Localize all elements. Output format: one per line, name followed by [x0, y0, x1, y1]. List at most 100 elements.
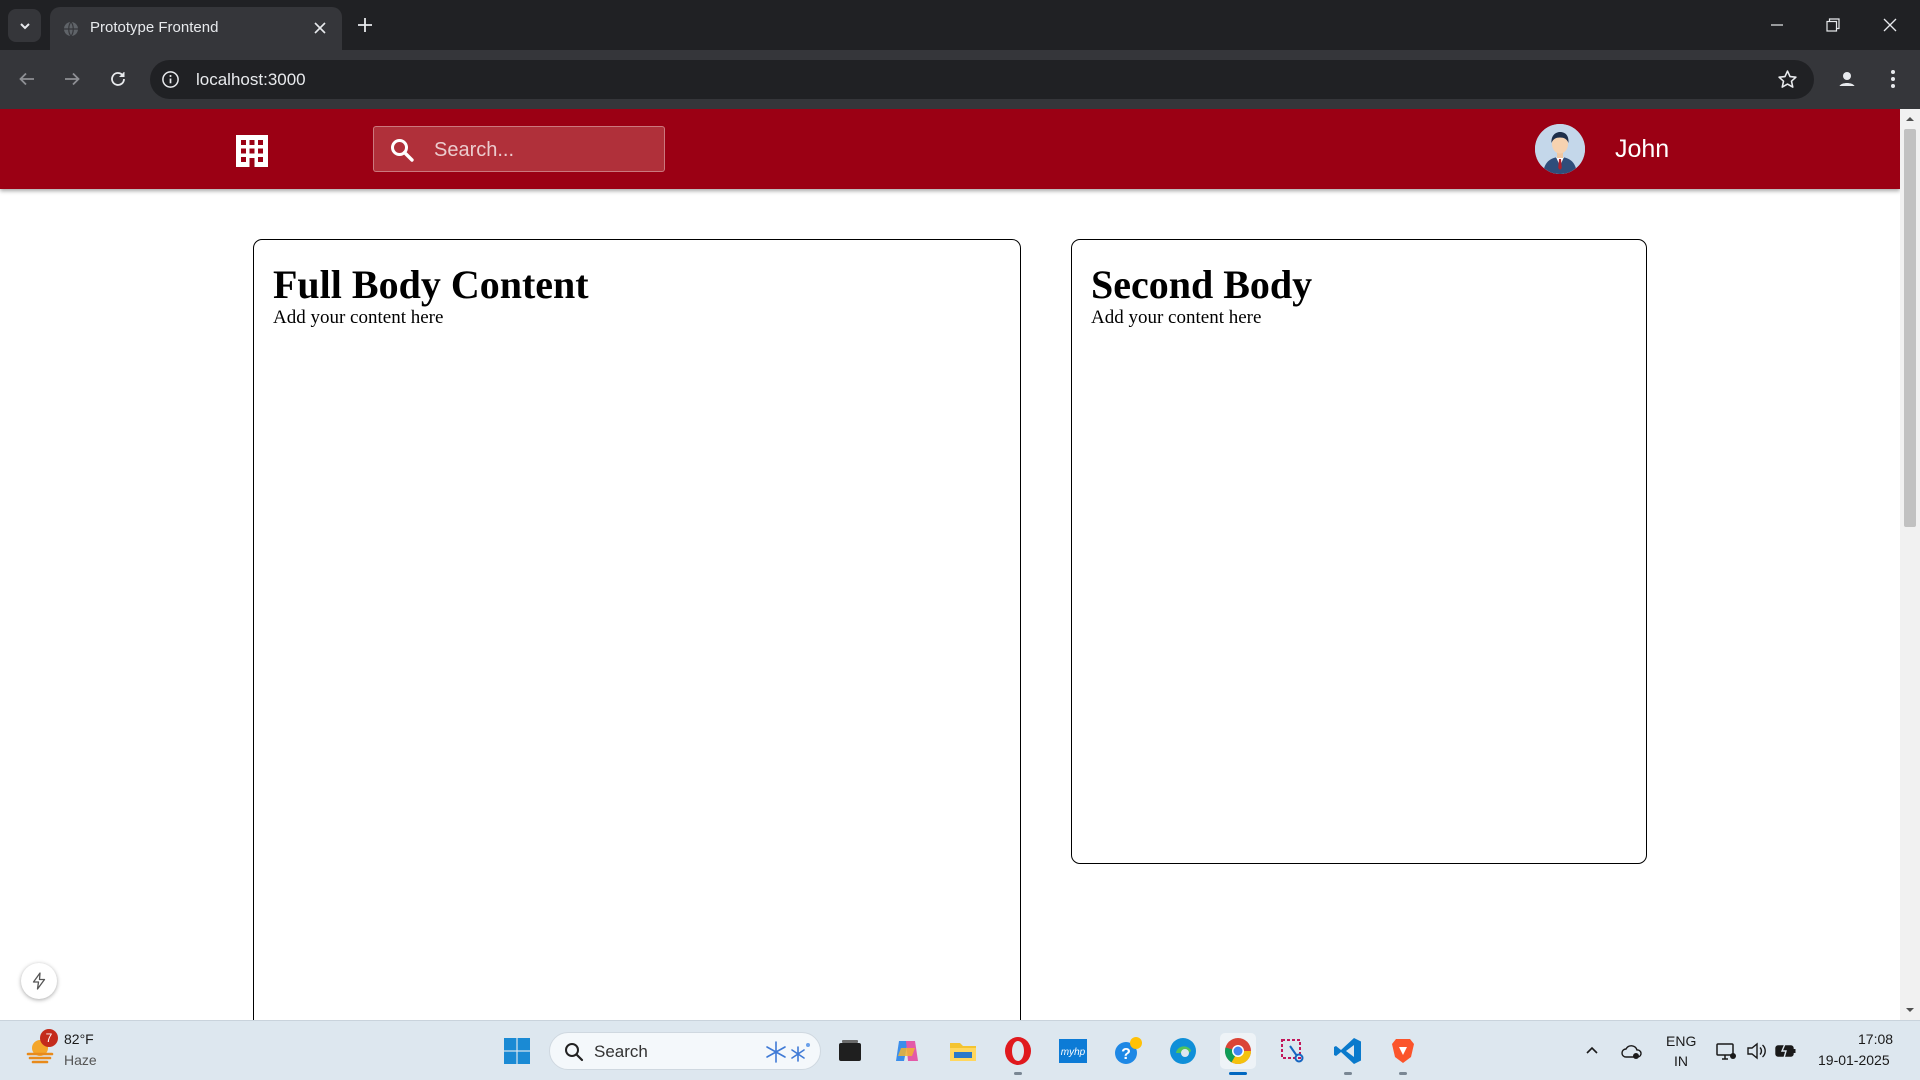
app-header: Search... John: [0, 109, 1900, 189]
copilot-button[interactable]: [889, 1033, 925, 1069]
profile-button[interactable]: [1832, 64, 1862, 94]
tab-close-button[interactable]: [311, 19, 329, 37]
opera-button[interactable]: [1000, 1033, 1036, 1075]
restore-button[interactable]: [1818, 10, 1848, 40]
search-icon: [565, 1043, 584, 1062]
browser-menu-button[interactable]: [1878, 64, 1908, 94]
address-url[interactable]: localhost:3000: [196, 70, 306, 90]
myhp-icon: myhp: [1059, 1039, 1087, 1063]
chevron-up-icon: [1586, 1046, 1598, 1054]
brave-icon: [1392, 1039, 1414, 1063]
scrollbar-thumb[interactable]: [1904, 129, 1916, 527]
info-icon[interactable]: [161, 70, 180, 89]
vscode-icon: [1334, 1038, 1361, 1064]
close-window-button[interactable]: [1875, 10, 1905, 40]
speaker-icon: [1747, 1042, 1766, 1060]
taskbar-search-box[interactable]: Search: [549, 1032, 821, 1070]
snipping-tool-button[interactable]: [1275, 1033, 1311, 1069]
network-tray-button[interactable]: [1714, 1039, 1738, 1063]
search-placeholder: Search...: [434, 139, 515, 161]
dev-tools-floating-button[interactable]: [21, 963, 57, 999]
profile-icon: [1837, 69, 1857, 89]
onedrive-tray-button[interactable]: [1620, 1039, 1644, 1063]
running-indicator: [1014, 1072, 1022, 1075]
bookmark-star-icon[interactable]: [1777, 69, 1798, 90]
snowflake-search-highlight-icon: [766, 1041, 810, 1063]
username[interactable]: John: [1615, 135, 1669, 164]
close-icon: [1883, 18, 1897, 32]
page-scrollbar[interactable]: [1900, 109, 1920, 1020]
clock-date: 19-01-2025: [1818, 1052, 1890, 1068]
arrow-right-icon: [65, 72, 80, 86]
network-icon: [1716, 1043, 1736, 1060]
new-tab-button[interactable]: [353, 13, 377, 37]
chevron-down-icon: [19, 22, 30, 29]
start-button[interactable]: [499, 1033, 535, 1069]
content-card-secondary: Second Body Add your content here: [1071, 239, 1647, 864]
myhp-button[interactable]: myhp: [1055, 1033, 1091, 1069]
weather-notification-badge: 7: [40, 1029, 58, 1047]
card-title: Full Body Content: [273, 262, 589, 307]
reload-button[interactable]: [103, 64, 133, 94]
browser-toolbar: localhost:3000: [0, 50, 1920, 109]
battery-charging-icon: [1775, 1043, 1796, 1059]
snipping-tool-icon: [1281, 1039, 1304, 1063]
browser-tabstrip: Prototype Frontend: [0, 0, 1920, 50]
building-icon[interactable]: [232, 131, 272, 171]
card-body-text: Add your content here: [1091, 307, 1262, 328]
search-icon: [391, 139, 414, 162]
running-indicator: [1344, 1072, 1352, 1075]
cloud-sync-icon: [1621, 1045, 1642, 1059]
region-code: IN: [1674, 1053, 1688, 1069]
card-body-text: Add your content here: [273, 307, 444, 328]
avatar[interactable]: [1535, 124, 1585, 174]
scroll-up-arrow-icon[interactable]: [1905, 114, 1915, 124]
copilot-icon: [896, 1041, 918, 1061]
running-indicator: [1399, 1072, 1407, 1075]
user-avatar-icon: [1535, 124, 1585, 174]
battery-tray-button[interactable]: [1774, 1039, 1798, 1063]
task-view-icon: [839, 1040, 861, 1061]
search-input[interactable]: Search...: [373, 126, 665, 172]
close-icon: [314, 22, 326, 34]
file-explorer-icon: [950, 1043, 976, 1061]
content-card-primary: Full Body Content Add your content here: [253, 239, 1021, 1020]
back-button[interactable]: [12, 64, 42, 94]
language-code: ENG: [1666, 1033, 1697, 1049]
reload-icon: [111, 72, 125, 86]
tab-search-dropdown-button[interactable]: [8, 9, 41, 42]
card-title: Second Body: [1091, 262, 1313, 307]
task-view-button[interactable]: [832, 1033, 868, 1069]
opera-icon: [1005, 1037, 1031, 1065]
forward-button[interactable]: [57, 64, 87, 94]
svg-text:?: ?: [1121, 1046, 1131, 1063]
edge-icon: [1170, 1038, 1196, 1064]
weather-condition: Haze: [64, 1052, 97, 1068]
file-explorer-button[interactable]: [945, 1033, 981, 1069]
restore-icon: [1826, 18, 1840, 32]
globe-icon: [64, 21, 78, 37]
active-indicator: [1229, 1072, 1247, 1075]
vscode-button[interactable]: [1330, 1033, 1366, 1075]
show-hidden-icons-button[interactable]: [1580, 1039, 1604, 1063]
svg-text:myhp: myhp: [1061, 1047, 1086, 1058]
lightning-icon: [32, 972, 46, 990]
plus-icon: [358, 18, 372, 32]
volume-tray-button[interactable]: [1744, 1039, 1768, 1063]
browser-tab-active[interactable]: Prototype Frontend: [50, 7, 342, 50]
scroll-down-arrow-icon[interactable]: [1905, 1005, 1915, 1015]
chrome-button[interactable]: [1220, 1033, 1256, 1075]
page-viewport: Search... John Full Body Content Add you…: [0, 109, 1900, 1020]
more-vertical-icon: [1891, 70, 1895, 88]
arrow-left-icon: [19, 72, 34, 86]
weather-temperature: 82°F: [64, 1031, 94, 1047]
edge-button[interactable]: [1165, 1033, 1201, 1069]
address-bar[interactable]: localhost:3000: [150, 60, 1814, 99]
minimize-button[interactable]: [1762, 10, 1792, 40]
tab-title: Prototype Frontend: [90, 19, 219, 36]
chrome-icon: [1224, 1038, 1252, 1065]
help-icon: ?: [1115, 1037, 1142, 1064]
get-help-button[interactable]: ?: [1110, 1033, 1146, 1069]
taskbar: 7 82°F Haze Search myhp ? ENG IN 17:08 1…: [0, 1020, 1920, 1080]
brave-button[interactable]: [1385, 1033, 1421, 1075]
